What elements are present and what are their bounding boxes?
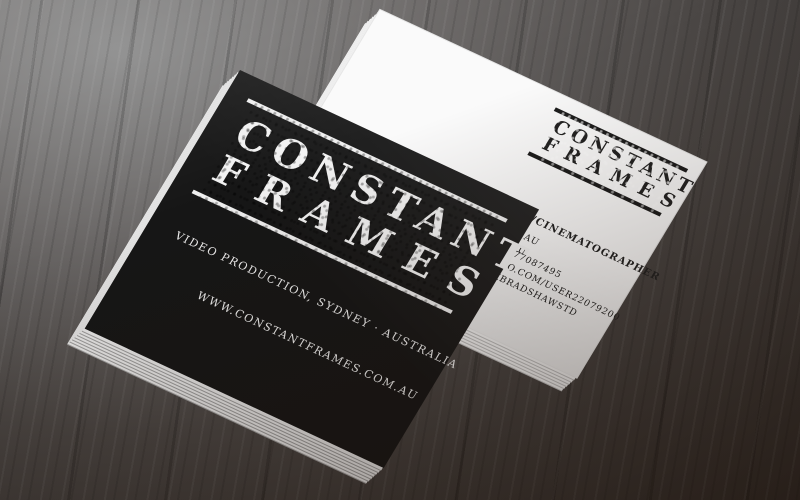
website-text: WWW.CONSTANTFRAMES.COM.AU	[194, 289, 421, 403]
wooden-table-background: CONSTANT FRAMES ALEX BRADSHAW - DIRECTOR…	[0, 0, 800, 500]
constant-frames-logo: CONSTANT FRAMES	[527, 107, 700, 217]
